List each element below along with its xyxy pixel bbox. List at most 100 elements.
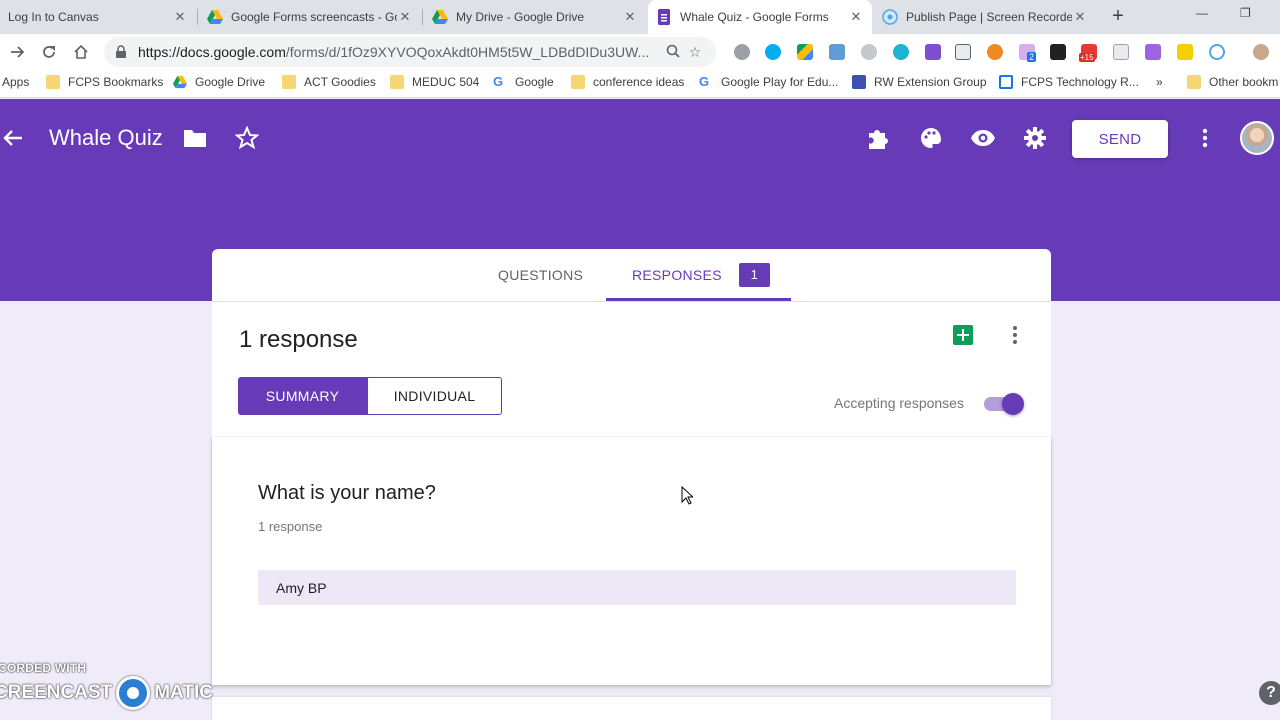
- screencast-extension-icon[interactable]: [1209, 44, 1225, 60]
- browser-tab-publish-page[interactable]: Publish Page | Screen Recorde ✕: [874, 0, 1096, 34]
- preview-eye-icon[interactable]: [970, 125, 996, 151]
- google-forms-icon: [658, 9, 670, 25]
- close-icon[interactable]: ✕: [397, 9, 413, 25]
- skype-icon[interactable]: [765, 44, 781, 60]
- more-vert-icon[interactable]: [1008, 324, 1022, 346]
- extension-badge: 2: [1027, 52, 1037, 62]
- browser-tab-strip: Log In to Canvas ✕ Google Forms screenca…: [0, 0, 1280, 34]
- bookmark-star-icon[interactable]: ☆: [684, 44, 706, 61]
- accepting-responses-toggle[interactable]: [984, 392, 1026, 416]
- close-icon[interactable]: ✕: [848, 9, 864, 25]
- watermark-line1: CORDED WITH: [0, 661, 87, 675]
- home-icon[interactable]: [69, 40, 93, 64]
- browser-toolbar: https://docs.google.com/forms/d/1fOz9XYV…: [0, 34, 1280, 70]
- minimize-icon[interactable]: —: [1196, 6, 1208, 20]
- bookmark-fcps-bookmarks[interactable]: FCPS Bookmarks: [46, 75, 163, 89]
- purple-extension-icon[interactable]: [925, 44, 941, 60]
- tw-extension-icon[interactable]: [1145, 44, 1161, 60]
- responses-card: 1 response SUMMARY INDIVIDUAL Accepting …: [212, 301, 1051, 437]
- google-sheets-icon[interactable]: [953, 325, 973, 345]
- help-icon[interactable]: ?: [1259, 681, 1280, 705]
- send-button[interactable]: SEND: [1072, 120, 1168, 158]
- address-bar[interactable]: https://docs.google.com/forms/d/1fOz9XYV…: [104, 37, 716, 67]
- addons-puzzle-icon[interactable]: [865, 125, 891, 151]
- folder-icon[interactable]: [182, 125, 208, 151]
- folder-icon: [282, 75, 296, 89]
- browser-tab-canvas[interactable]: Log In to Canvas ✕: [0, 0, 196, 34]
- individual-button[interactable]: INDIVIDUAL: [367, 377, 502, 415]
- browser-tab-forms-screencasts[interactable]: Google Forms screencasts - Go ✕: [199, 0, 421, 34]
- tab-title: Publish Page | Screen Recorde: [906, 10, 1072, 24]
- yellow-extension-icon[interactable]: [1177, 44, 1193, 60]
- screencast-watermark: CREENCAST MATIC: [0, 676, 213, 710]
- bookmark-conference-ideas[interactable]: conference ideas: [571, 75, 684, 89]
- avatar[interactable]: [1240, 121, 1274, 155]
- toggle-knob: [1002, 393, 1024, 415]
- palette-icon[interactable]: [918, 125, 944, 151]
- close-icon[interactable]: ✕: [172, 9, 188, 25]
- bookmarks-overflow-button[interactable]: »: [1156, 75, 1163, 89]
- bookmark-google-play-edu[interactable]: G Google Play for Edu...: [699, 75, 838, 90]
- url-text: https://docs.google.com/forms/d/1fOz9XYV…: [138, 44, 662, 60]
- tab-separator: [197, 9, 198, 25]
- screencast-icon: [882, 9, 898, 25]
- red-extension-icon[interactable]: +15: [1079, 44, 1097, 62]
- more-vert-icon[interactable]: [1192, 125, 1218, 151]
- bookmark-label: ACT Goodies: [304, 75, 376, 89]
- form-tabs: QUESTIONS RESPONSES 1: [212, 249, 1051, 301]
- profile-icon[interactable]: [1253, 44, 1269, 60]
- bookmark-rw-extension-group[interactable]: RW Extension Group: [852, 75, 987, 89]
- question-title: What is your name?: [258, 482, 436, 504]
- tab-title: Log In to Canvas: [8, 10, 99, 24]
- responses-count-badge: 1: [738, 263, 770, 287]
- url-host: https://docs.google.com: [138, 44, 286, 60]
- extension-circle-icon[interactable]: [734, 44, 750, 60]
- pdf-extension-icon[interactable]: [955, 44, 971, 60]
- bookmark-apps[interactable]: Apps: [2, 75, 29, 89]
- close-icon[interactable]: ✕: [1072, 9, 1088, 25]
- forward-icon[interactable]: [6, 40, 30, 64]
- google-drive-icon: [432, 10, 448, 24]
- new-tab-button[interactable]: +: [1108, 6, 1128, 26]
- dark-extension-icon[interactable]: [1050, 44, 1066, 60]
- bookmark-meduc-504[interactable]: MEDUC 504: [390, 75, 479, 89]
- bookmark-label: Other bookm: [1209, 75, 1279, 89]
- bookmark-other-bookmarks[interactable]: Other bookm: [1187, 75, 1278, 89]
- bookmark-label: Google: [515, 75, 554, 89]
- bookmark-label: Google Drive: [195, 75, 266, 89]
- badge-extension-icon[interactable]: 2: [1019, 44, 1037, 62]
- bookmark-page-icon: [999, 75, 1013, 89]
- bookmark-google[interactable]: G Google: [493, 75, 554, 90]
- browser-tab-whale-quiz[interactable]: Whale Quiz - Google Forms ✕: [648, 0, 872, 34]
- back-arrow-icon[interactable]: [0, 125, 26, 151]
- page-extension-icon[interactable]: [1113, 44, 1129, 60]
- skype-gray-icon[interactable]: [861, 44, 877, 60]
- settings-gear-icon[interactable]: [1022, 125, 1048, 151]
- bookmark-label: conference ideas: [593, 75, 685, 89]
- answer-text: Amy BP: [276, 579, 327, 596]
- extension-badge: +15: [1079, 53, 1095, 62]
- pen-extension-icon[interactable]: [893, 44, 909, 60]
- zoom-icon[interactable]: [662, 44, 684, 61]
- browser-tab-my-drive[interactable]: My Drive - Google Drive ✕: [424, 0, 646, 34]
- screencast-logo-icon: [116, 676, 151, 710]
- watermark-right: MATIC: [154, 682, 213, 703]
- tab-questions[interactable]: QUESTIONS: [498, 249, 583, 301]
- bookmark-label: FCPS Bookmarks: [68, 75, 164, 89]
- bookmarks-bar: Apps FCPS Bookmarks Google Drive ACT Goo…: [0, 70, 1280, 98]
- tab-responses-label: RESPONSES: [632, 267, 722, 283]
- folder-icon: [390, 75, 404, 89]
- star-icon[interactable]: [234, 125, 260, 151]
- close-icon[interactable]: ✕: [622, 9, 638, 25]
- summary-button[interactable]: SUMMARY: [238, 377, 367, 415]
- form-title[interactable]: Whale Quiz: [49, 125, 163, 151]
- bookmark-act-goodies[interactable]: ACT Goodies: [282, 75, 376, 89]
- bookmark-google-drive[interactable]: Google Drive: [173, 75, 265, 89]
- bookmark-fcps-technology[interactable]: FCPS Technology R...: [999, 75, 1139, 89]
- orange-extension-icon[interactable]: [987, 44, 1003, 60]
- tab-responses[interactable]: RESPONSES 1: [632, 249, 770, 301]
- restore-icon[interactable]: ❐: [1240, 6, 1251, 20]
- screenshot-extension-icon[interactable]: [829, 44, 845, 60]
- reload-icon[interactable]: [37, 40, 61, 64]
- drive-extension-icon[interactable]: [797, 44, 813, 60]
